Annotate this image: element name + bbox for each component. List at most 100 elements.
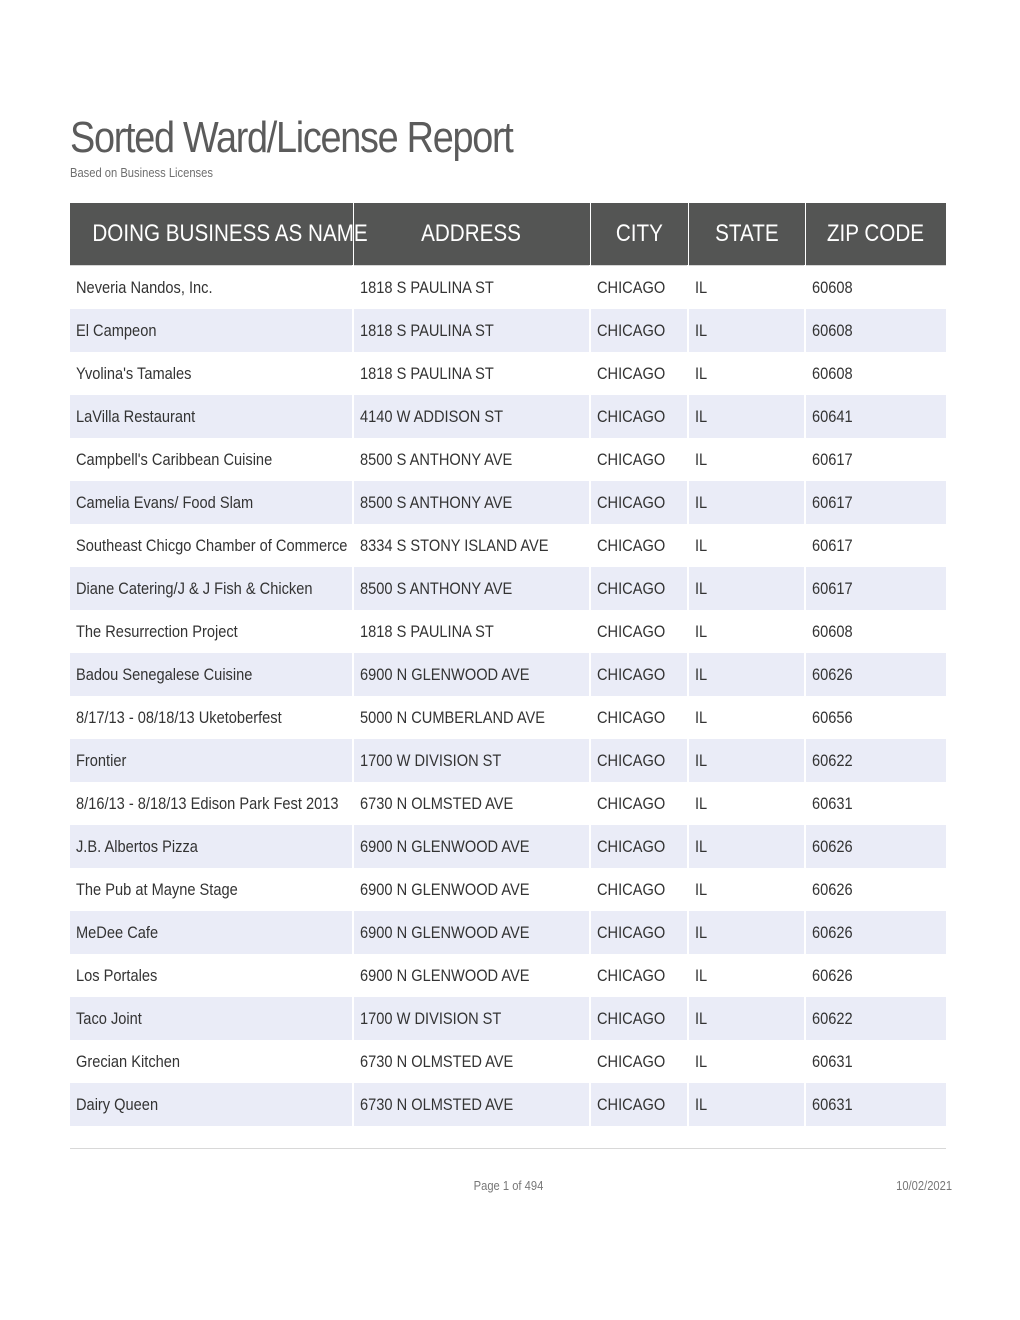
cell-zip-code: 60622: [804, 739, 946, 782]
cell-state: IL: [687, 653, 805, 696]
cell-business-name: Neveria Nandos, Inc.: [70, 265, 353, 309]
table-row: Campbell's Caribbean Cuisine 8500 S ANTHO…: [70, 438, 946, 481]
cell-address: 6730 N OLMSTED AVE: [352, 1040, 590, 1083]
table-row: Diane Catering/J & J Fish & Chicken 8500 …: [70, 567, 946, 610]
table-row: The Pub at Mayne Stage 6900 N GLENWOOD AV…: [70, 868, 946, 911]
column-header-zip: ZIP CODE: [804, 203, 946, 266]
cell-city: CHICAGO: [589, 265, 688, 309]
cell-zip-code: 60626: [804, 954, 946, 997]
cell-state: IL: [687, 438, 805, 481]
cell-address: 6730 N OLMSTED AVE: [352, 782, 590, 825]
cell-address: 8500 S ANTHONY AVE: [352, 567, 590, 610]
cell-city: CHICAGO: [589, 481, 688, 524]
table-row: Badou Senegalese Cuisine 6900 N GLENWOOD …: [70, 653, 946, 696]
cell-address: 1818 S PAULINA ST: [352, 352, 590, 395]
table-row: MeDee Cafe 6900 N GLENWOOD AVE CHICAGO IL 60…: [70, 911, 946, 954]
cell-business-name: El Campeon: [70, 309, 353, 352]
report-title: Sorted Ward/License Report: [70, 113, 514, 162]
cell-address: 1818 S PAULINA ST: [352, 265, 590, 309]
cell-address: 4140 W ADDISON ST: [352, 395, 590, 438]
table-row: Camelia Evans/ Food Slam 8500 S ANTHONY A…: [70, 481, 946, 524]
report-date: 10/02/2021: [896, 1178, 952, 1193]
cell-state: IL: [687, 481, 805, 524]
table-row: Los Portales 6900 N GLENWOOD AVE CHICAGO IL…: [70, 954, 946, 997]
cell-address: 6900 N GLENWOOD AVE: [352, 825, 590, 868]
table-row: 8/16/13 - 8/18/13 Edison Park Fest 2013 6…: [70, 782, 946, 825]
cell-zip-code: 60656: [804, 696, 946, 739]
cell-address: 6900 N GLENWOOD AVE: [352, 653, 590, 696]
cell-business-name: Grecian Kitchen: [70, 1040, 353, 1083]
column-header-address: ADDRESS: [352, 203, 590, 266]
cell-address: 6900 N GLENWOOD AVE: [352, 954, 590, 997]
cell-zip-code: 60631: [804, 782, 946, 825]
cell-city: CHICAGO: [589, 868, 688, 911]
cell-business-name: Frontier: [70, 739, 353, 782]
cell-state: IL: [687, 868, 805, 911]
cell-zip-code: 60608: [804, 610, 946, 653]
cell-state: IL: [687, 696, 805, 739]
cell-city: CHICAGO: [589, 309, 688, 352]
cell-state: IL: [687, 567, 805, 610]
table-row: Dairy Queen 6730 N OLMSTED AVE CHICAGO IL 60…: [70, 1083, 946, 1126]
cell-address: 8500 S ANTHONY AVE: [352, 438, 590, 481]
cell-state: IL: [687, 1083, 805, 1126]
cell-zip-code: 60641: [804, 395, 946, 438]
cell-address: 1818 S PAULINA ST: [352, 610, 590, 653]
table-row: Neveria Nandos, Inc. 1818 S PAULINA ST CHI…: [70, 265, 946, 309]
cell-state: IL: [687, 395, 805, 438]
cell-business-name: Camelia Evans/ Food Slam: [70, 481, 353, 524]
cell-city: CHICAGO: [589, 739, 688, 782]
cell-zip-code: 60626: [804, 868, 946, 911]
cell-zip-code: 60622: [804, 997, 946, 1040]
cell-business-name: 8/16/13 - 8/18/13 Edison Park Fest 2013: [70, 782, 353, 825]
cell-state: IL: [687, 997, 805, 1040]
cell-state: IL: [687, 265, 805, 309]
cell-address: 6900 N GLENWOOD AVE: [352, 868, 590, 911]
cell-state: IL: [687, 1040, 805, 1083]
cell-zip-code: 60617: [804, 438, 946, 481]
cell-business-name: LaVilla Restaurant: [70, 395, 353, 438]
cell-address: 8334 S STONY ISLAND AVE: [352, 524, 590, 567]
cell-zip-code: 60631: [804, 1083, 946, 1126]
table-row: The Resurrection Project 1818 S PAULINA S…: [70, 610, 946, 653]
cell-zip-code: 60631: [804, 1040, 946, 1083]
cell-city: CHICAGO: [589, 567, 688, 610]
cell-state: IL: [687, 524, 805, 567]
cell-city: CHICAGO: [589, 696, 688, 739]
cell-city: CHICAGO: [589, 653, 688, 696]
cell-state: IL: [687, 309, 805, 352]
cell-business-name: Dairy Queen: [70, 1083, 353, 1126]
cell-zip-code: 60617: [804, 567, 946, 610]
cell-zip-code: 60608: [804, 265, 946, 309]
cell-city: CHICAGO: [589, 1083, 688, 1126]
cell-business-name: Diane Catering/J & J Fish & Chicken: [70, 567, 353, 610]
cell-state: IL: [687, 911, 805, 954]
table-row: J.B. Albertos Pizza 6900 N GLENWOOD AVE CH…: [70, 825, 946, 868]
cell-state: IL: [687, 610, 805, 653]
cell-business-name: Taco Joint: [70, 997, 353, 1040]
cell-city: CHICAGO: [589, 1040, 688, 1083]
cell-address: 6900 N GLENWOOD AVE: [352, 911, 590, 954]
cell-city: CHICAGO: [589, 352, 688, 395]
cell-zip-code: 60608: [804, 309, 946, 352]
cell-business-name: Campbell's Caribbean Cuisine: [70, 438, 353, 481]
cell-business-name: J.B. Albertos Pizza: [70, 825, 353, 868]
cell-address: 1700 W DIVISION ST: [352, 739, 590, 782]
cell-business-name: Southeast Chicgo Chamber of Commerce: [70, 524, 353, 567]
license-table: DOING BUSINESS AS NAME ADDRESS CITY STAT…: [70, 203, 946, 1126]
cell-address: 5000 N CUMBERLAND AVE: [352, 696, 590, 739]
table-row: Southeast Chicgo Chamber of Commerce 8334…: [70, 524, 946, 567]
cell-city: CHICAGO: [589, 610, 688, 653]
cell-business-name: MeDee Cafe: [70, 911, 353, 954]
cell-zip-code: 60626: [804, 653, 946, 696]
table-header-row: DOING BUSINESS AS NAME ADDRESS CITY STAT…: [70, 203, 946, 266]
cell-city: CHICAGO: [589, 395, 688, 438]
cell-city: CHICAGO: [589, 954, 688, 997]
table-row: LaVilla Restaurant 4140 W ADDISON ST CHICA…: [70, 395, 946, 438]
cell-business-name: 8/17/13 - 08/18/13 Uketoberfest: [70, 696, 353, 739]
cell-business-name: The Pub at Mayne Stage: [70, 868, 353, 911]
table-row: Taco Joint 1700 W DIVISION ST CHICAGO IL 606…: [70, 997, 946, 1040]
cell-city: CHICAGO: [589, 825, 688, 868]
cell-zip-code: 60617: [804, 481, 946, 524]
report-subtitle: Based on Business Licenses: [70, 165, 213, 180]
